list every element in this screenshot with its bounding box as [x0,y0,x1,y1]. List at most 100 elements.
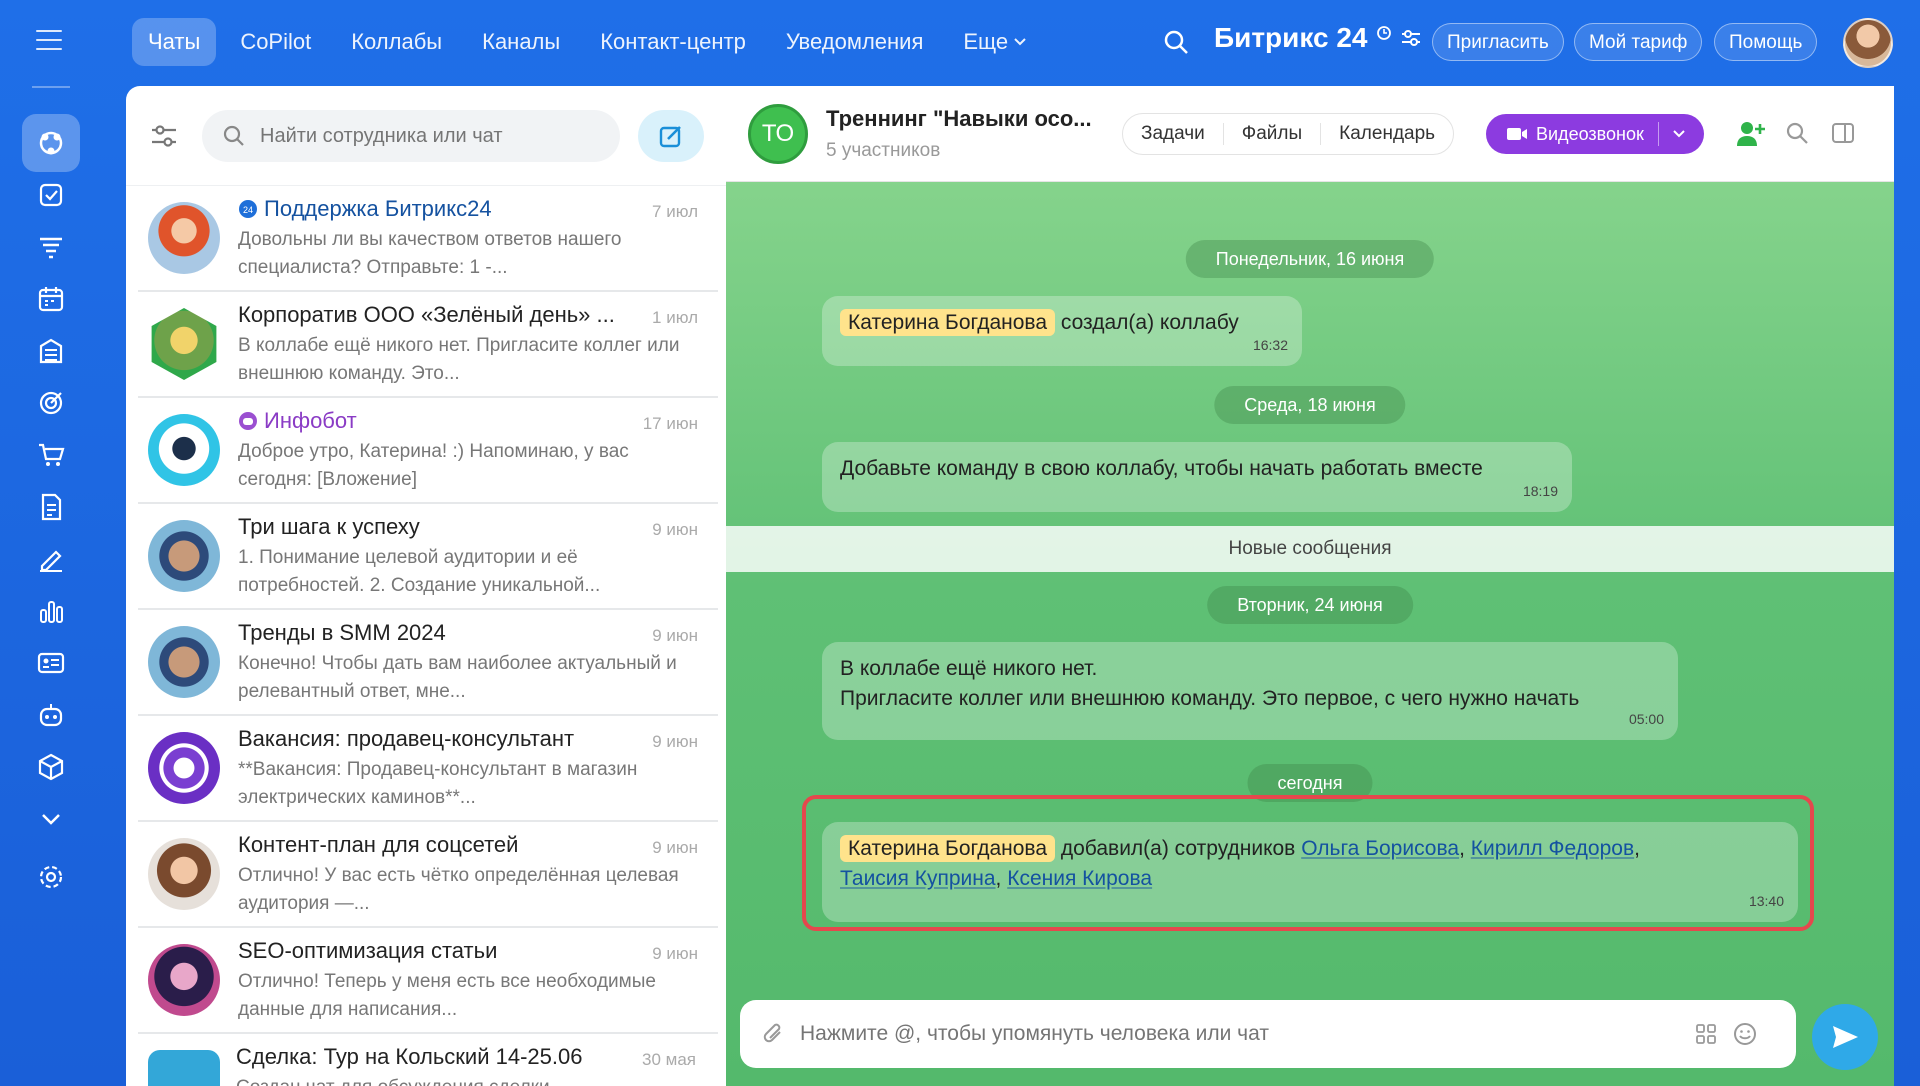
messages-area: Понедельник, 16 июня Катерина Богданова … [726,182,1894,1086]
archive-icon[interactable] [22,322,80,380]
chat-date: 30 мая [642,1050,696,1069]
app-sidebar [0,86,102,1086]
search-icon[interactable] [1784,120,1810,146]
tasks-icon[interactable] [22,166,80,224]
chat-name-text: SEO-оптимизация статьи [238,938,498,963]
chat-preview: В коллабе ещё никого нет. Пригласите кол… [238,335,680,384]
chat-date: 7 июл [652,202,698,221]
date-separator: Понедельник, 16 июня [1185,240,1435,278]
smile-icon[interactable] [1732,1021,1758,1047]
message-system: Добавьте команду в свою коллабу, чтобы н… [822,442,1572,512]
message-text: создал(а) коллабу [1060,311,1239,334]
mention-author[interactable]: Катерина Богданова [840,309,1056,336]
gear-icon[interactable] [22,848,80,906]
chat-panel: ТО Треннинг "Навыки осо... 5 участников … [726,86,1894,1086]
chat-date: 17 июн [642,414,698,433]
message-text: Добавьте команду в свою коллабу, чтобы н… [840,457,1483,480]
nav-chats[interactable]: Чаты [132,18,217,66]
send-button[interactable] [1812,1004,1878,1070]
tab-tasks[interactable]: Задачи [1123,123,1224,145]
messenger-icon[interactable] [22,114,80,172]
chat-members-count[interactable]: 5 участников [826,140,940,162]
clock-icon [1376,26,1391,40]
paperclip-icon[interactable] [760,1021,786,1047]
chat-name-text: Контент-план для соцсетей [238,832,519,857]
chat-preview: 1. Понимание целевой аудитории и её потр… [238,547,601,596]
chat-item-three-steps[interactable]: Три шага к успеху 9 июн 1. Понимание цел… [126,504,726,610]
search-icon[interactable] [1162,28,1190,56]
date-separator: Вторник, 24 июня [1207,586,1413,624]
chat-search[interactable] [202,110,620,162]
chat-date: 9 июн [652,838,698,857]
nav-more[interactable]: Еще [947,18,1042,66]
message-input[interactable] [800,1022,1680,1046]
chat-item-support[interactable]: 24 Поддержка Битрикс24 7 июл Довольны ли … [126,186,726,292]
settings-sliders-icon[interactable] [1400,28,1422,48]
chat-name-text: Тренды в SMM 2024 [238,620,446,645]
chat-item-infobot[interactable]: Инфобот 17 июн Доброе утро, Катерина! :)… [126,398,726,504]
tab-calendar[interactable]: Календарь [1321,123,1453,145]
chat-preview: Отлично! У вас есть чётко определённая ц… [238,865,679,914]
filter-icon[interactable] [148,120,180,152]
chat-preview: **Вакансия: Продавец-консультант в магаз… [238,759,638,808]
nav-collabs[interactable]: Коллабы [335,18,458,66]
calendar-icon[interactable] [22,270,80,328]
user-avatar[interactable] [1843,18,1893,68]
message-time: 05:00 [1628,711,1664,727]
new-messages-divider: Новые сообщения [726,526,1894,572]
crm-funnel-icon[interactable] [22,218,80,276]
chat-date: 9 июн [652,944,698,963]
nav-notifications[interactable]: Уведомления [770,18,940,66]
sign-pen-icon[interactable] [22,530,80,588]
add-user-icon[interactable] [1736,120,1766,148]
chat-preview: Отлично! Теперь у меня есть все необходи… [238,971,656,1020]
contact-card-icon[interactable] [22,634,80,692]
chevron-down-icon[interactable] [1673,130,1685,138]
sidebar-toggle-icon[interactable] [1830,120,1856,146]
tab-files[interactable]: Файлы [1224,123,1322,145]
menu-icon[interactable] [36,30,62,50]
chat-item-vacancy[interactable]: Вакансия: продавец-консультант 9 июн **В… [126,716,726,822]
chat-item-deal[interactable]: Сделка: Тур на Кольский 14-25.06 30 мая … [126,1034,726,1086]
analytics-icon[interactable] [22,582,80,640]
cart-icon[interactable] [22,426,80,484]
chevron-down-icon[interactable] [22,790,80,848]
video-call-button[interactable]: Видеозвонок [1486,114,1704,154]
chat-name-text: Корпоратив ООО «Зелёный день» ... [238,302,615,327]
document-icon[interactable] [22,478,80,536]
chat-preview: Создан чат для обсуждения сделки [236,1074,696,1086]
chevron-down-icon [1014,38,1026,46]
target-icon[interactable] [22,374,80,432]
nav-copilot[interactable]: CoPilot [224,18,327,66]
chat-item-corporate[interactable]: Корпоратив ООО «Зелёный день» ... 1 июл … [126,292,726,398]
chat-date: 9 июн [652,732,698,751]
chat-title[interactable]: Треннинг "Навыки осо... [826,106,1092,132]
brand-logo[interactable]: Битрикс 24 [1214,22,1422,54]
svg-text:24: 24 [243,205,253,215]
chat-preview: Довольны ли вы качеством ответов нашего … [238,229,622,278]
chat-item-content-plan[interactable]: Контент-план для соцсетей 9 июн Отлично!… [126,822,726,928]
avatar [148,626,220,698]
robot-icon[interactable] [22,686,80,744]
brand-text: Битрикс 24 [1214,22,1368,53]
chat-avatar[interactable]: ТО [748,104,808,164]
highlight-frame [802,795,1814,931]
chat-name: Инфобот [238,408,638,434]
box-icon[interactable] [22,738,80,796]
new-chat-button[interactable] [638,110,704,162]
chat-item-seo[interactable]: SEO-оптимизация статьи 9 июн Отлично! Те… [126,928,726,1034]
chat-name-text: Инфобот [264,408,357,433]
chat-item-smm-trends[interactable]: Тренды в SMM 2024 9 июн Конечно! Чтобы д… [126,610,726,716]
nav-contact-center[interactable]: Контакт-центр [584,18,762,66]
invite-button[interactable]: Пригласить [1432,23,1564,61]
chat-name: 24 Поддержка Битрикс24 [238,196,638,222]
chat-date: 9 июн [652,520,698,539]
search-icon [223,125,244,146]
tariff-button[interactable]: Мой тариф [1574,23,1703,61]
help-button[interactable]: Помощь [1714,23,1818,61]
chat-search-input[interactable] [260,124,580,148]
apps-grid-icon[interactable] [1694,1022,1718,1046]
message-text-line-2: Пригласите коллег или внешнюю команду. Э… [840,687,1580,710]
video-camera-icon [1507,128,1527,140]
nav-channels[interactable]: Каналы [466,18,576,66]
